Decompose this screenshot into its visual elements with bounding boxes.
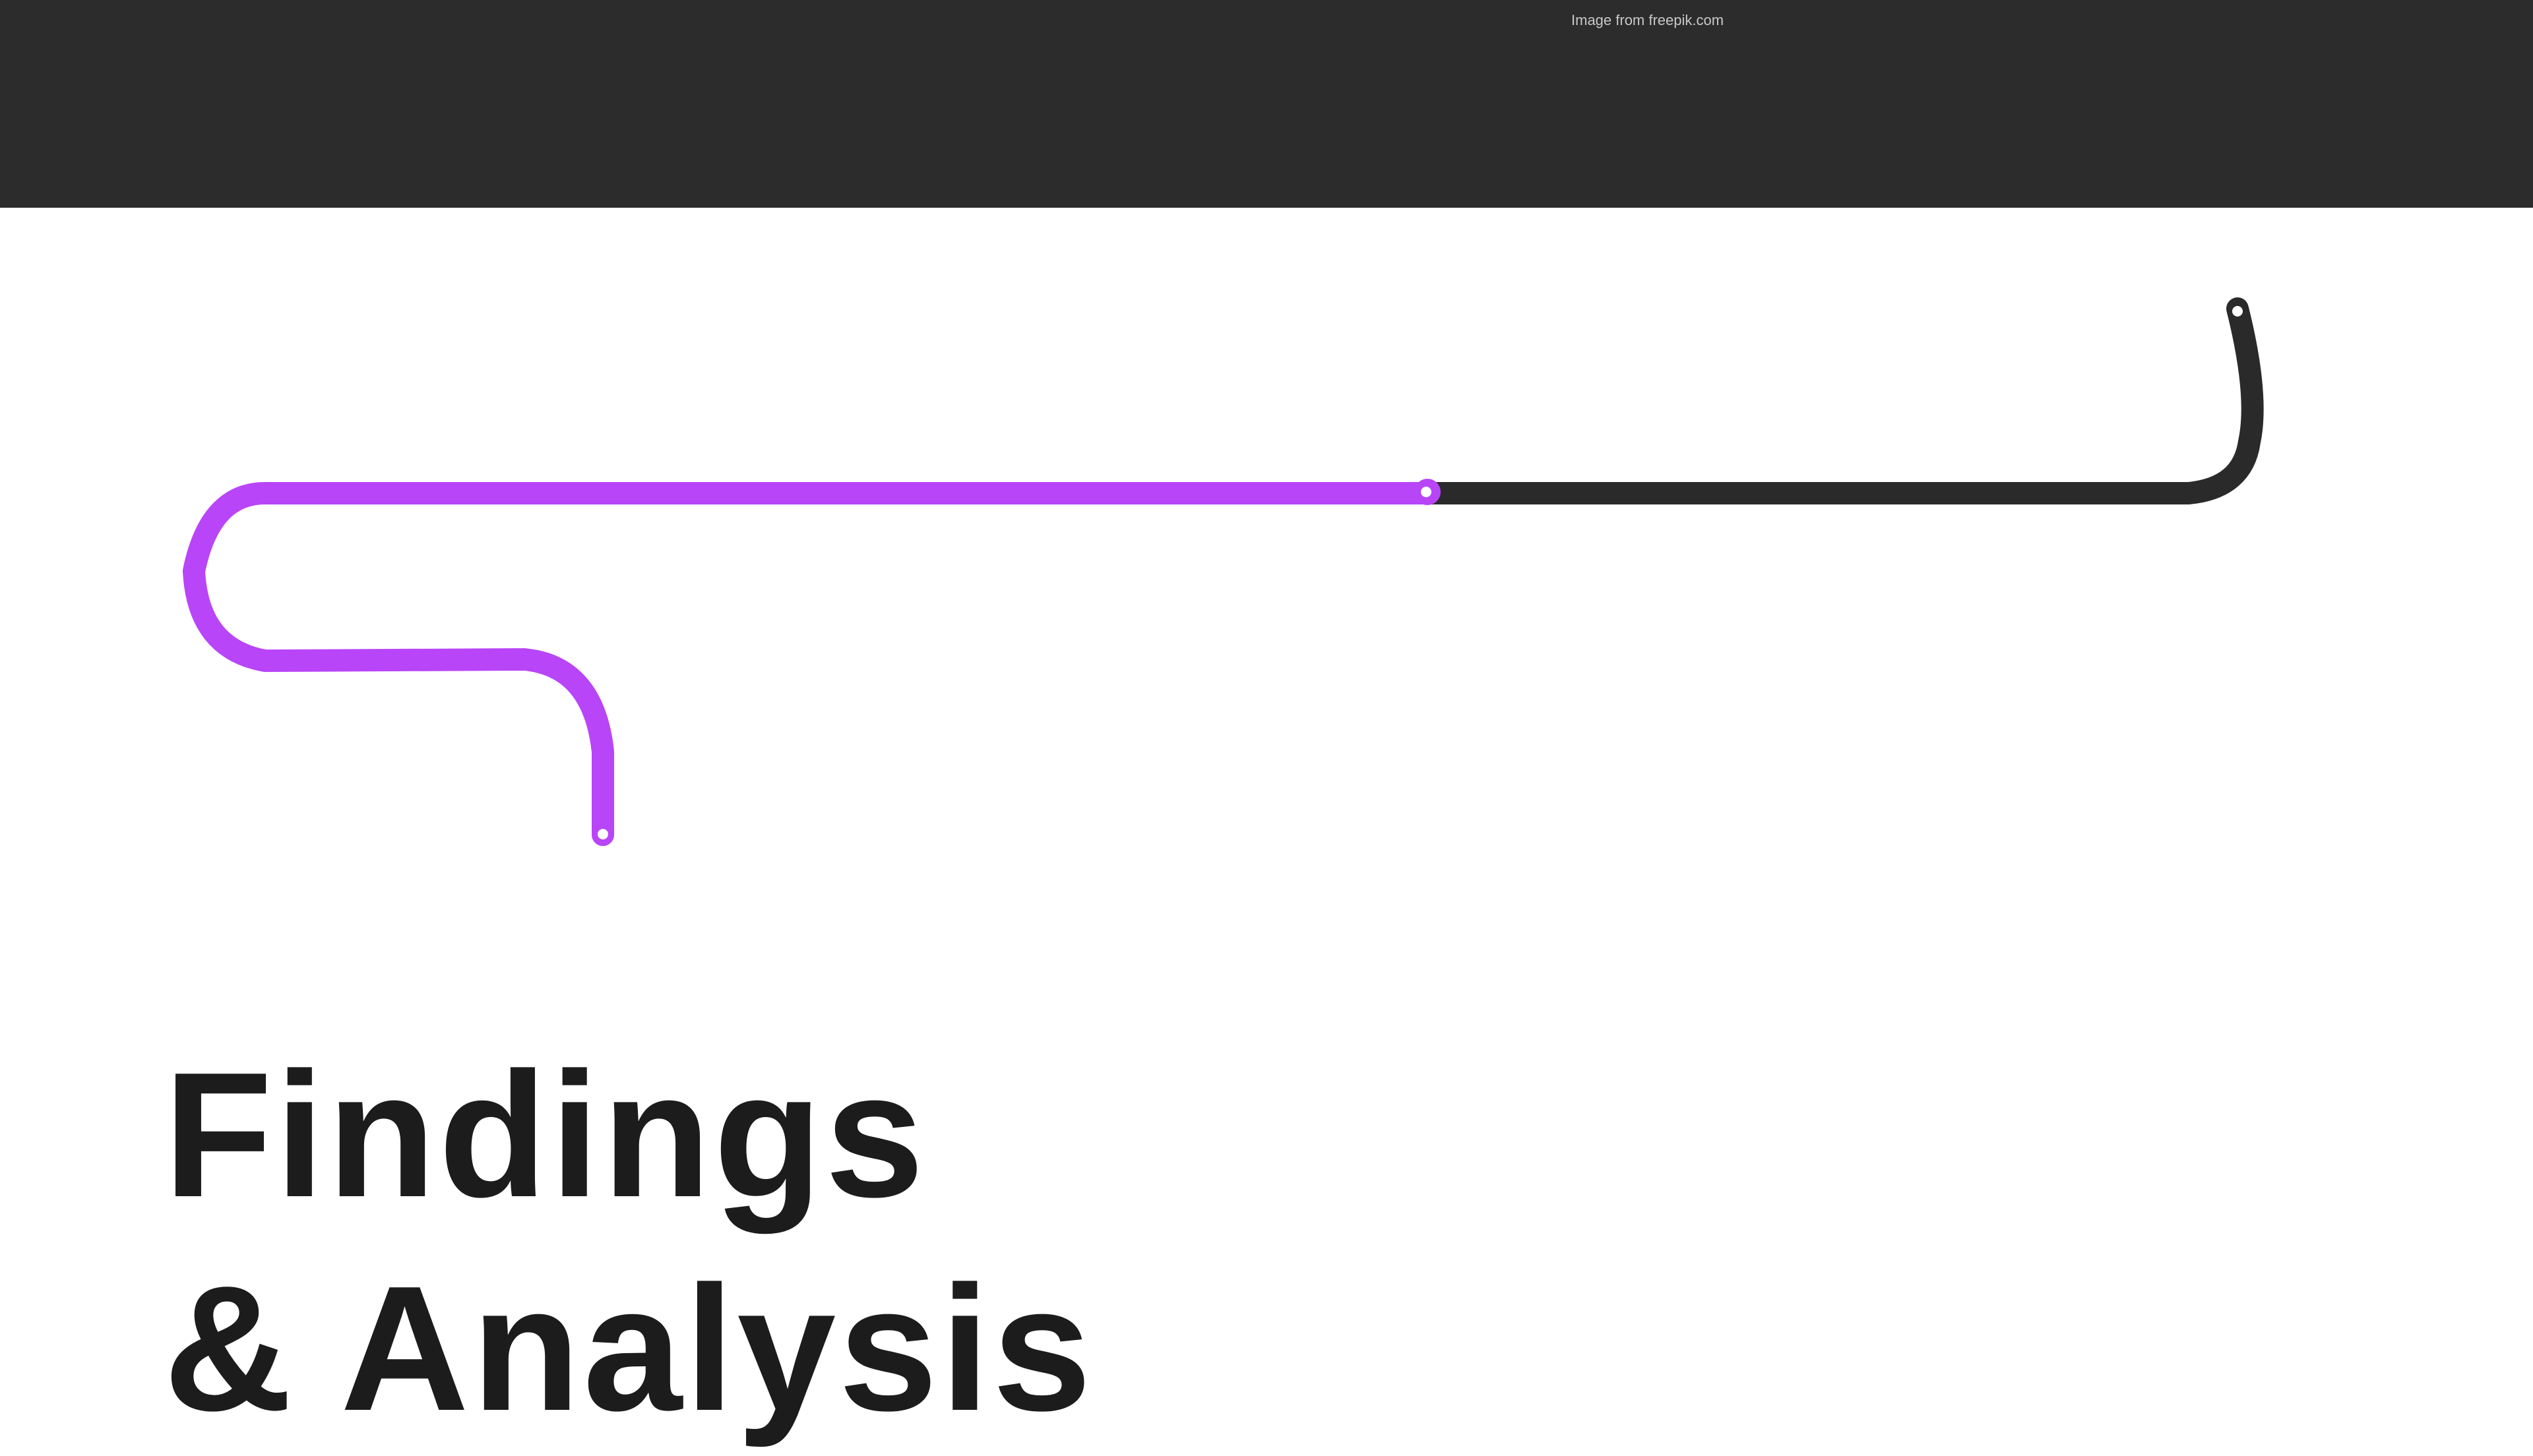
page-title-line-2: & Analysis <box>164 1250 1094 1448</box>
node-end-top-dot <box>2232 306 2243 317</box>
page-title-line-1: Findings <box>164 1036 927 1234</box>
page-title: Findings & Analysis <box>164 1029 1094 1456</box>
node-progress-marker-dot <box>1421 487 1431 497</box>
track-path-dark <box>1415 297 2264 504</box>
node-end-bottom-dot <box>598 829 608 839</box>
track-path-accent <box>183 482 1437 845</box>
